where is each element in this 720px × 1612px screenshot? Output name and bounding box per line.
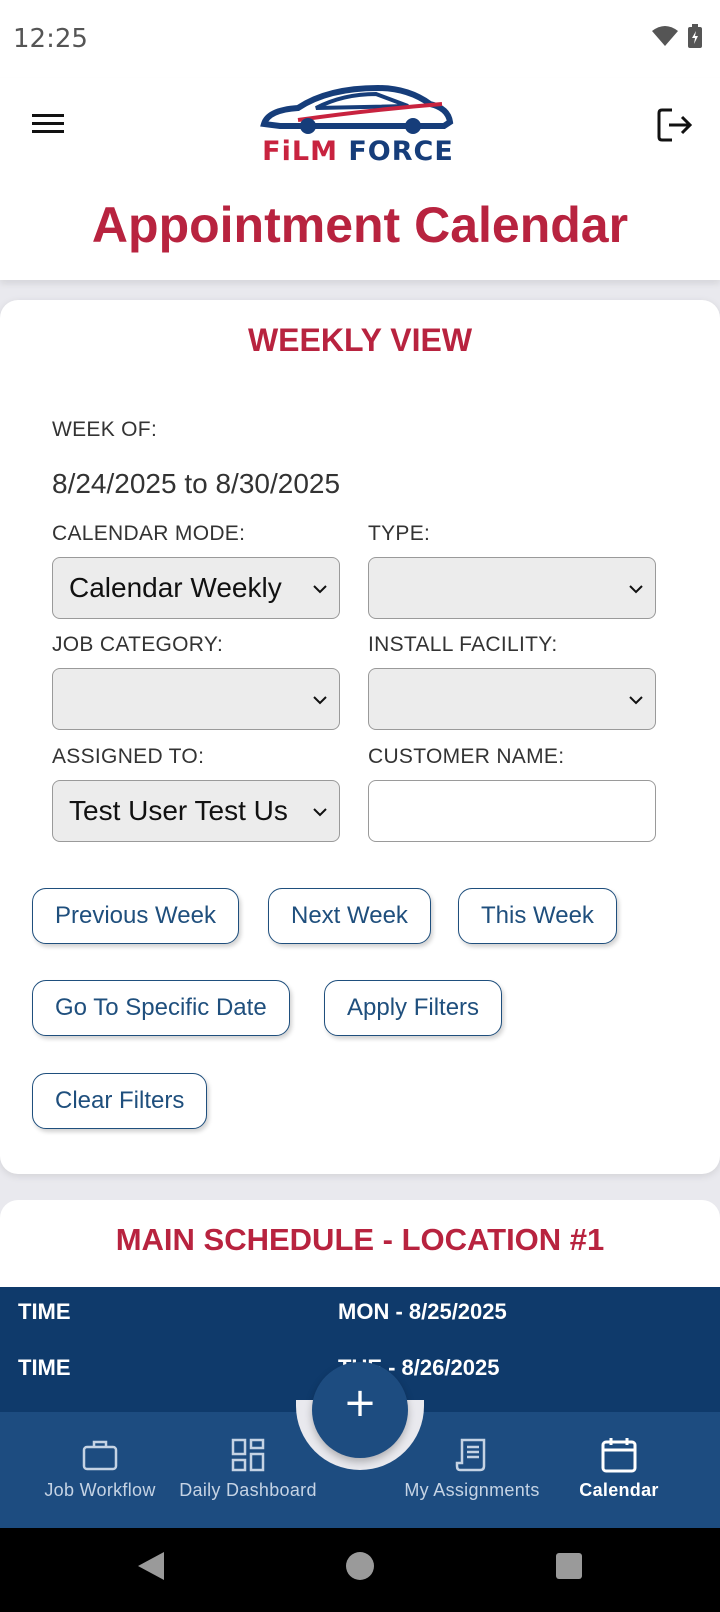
home-icon[interactable] — [345, 1550, 375, 1582]
calendar-mode-label: CALENDAR MODE: — [52, 522, 246, 545]
hamburger-menu-icon — [32, 114, 64, 133]
assigned-to-value: Test User Test Us — [69, 795, 288, 826]
nav-label: Calendar — [579, 1480, 659, 1500]
type-label: TYPE: — [368, 522, 431, 545]
go-to-specific-date-button[interactable]: Go To Specific Date — [32, 980, 290, 1036]
next-week-button[interactable]: Next Week — [268, 888, 431, 944]
day-column-header: MON - 8/25/2025 — [338, 1299, 507, 1324]
chevron-down-icon — [313, 808, 327, 817]
status-bar: 12:25 — [0, 0, 720, 78]
logo-text-film: FiLM — [262, 136, 338, 167]
clear-filters-button[interactable]: Clear Filters — [32, 1073, 208, 1129]
calendar-mode-select[interactable]: Calendar Weekly — [52, 557, 340, 619]
previous-week-button[interactable]: Previous Week — [32, 888, 239, 944]
chevron-down-icon — [629, 696, 643, 705]
chevron-down-icon — [313, 696, 327, 705]
logo-text: FiLM FORCE — [258, 136, 458, 167]
customer-name-label: CUSTOMER NAME: — [368, 745, 565, 768]
dashboard-grid-icon — [231, 1438, 265, 1472]
briefcase-icon — [82, 1440, 118, 1471]
back-icon[interactable] — [136, 1550, 166, 1582]
job-category-select[interactable] — [52, 668, 340, 730]
battery-icon — [688, 24, 702, 48]
week-of-label: WEEK OF: — [52, 418, 158, 441]
time-column-header: TIME — [18, 1355, 71, 1380]
job-category-label: JOB CATEGORY: — [52, 633, 224, 656]
assigned-to-select[interactable]: Test User Test Us — [52, 780, 340, 842]
status-icons — [652, 24, 702, 48]
weekly-view-card: WEEKLY VIEW WEEK OF: 8/24/2025 to 8/30/2… — [0, 300, 720, 1174]
logo-text-force: FORCE — [348, 136, 454, 167]
nav-item-job-workflow[interactable]: Job Workflow — [30, 1412, 170, 1528]
apply-filters-button[interactable]: Apply Filters — [324, 980, 503, 1036]
calendar-mode-value: Calendar Weekly — [69, 572, 282, 603]
install-facility-select[interactable] — [368, 668, 656, 730]
nav-label: My Assignments — [404, 1480, 540, 1500]
time-column-header: TIME — [18, 1299, 71, 1324]
chevron-down-icon — [313, 585, 327, 594]
assignments-scroll-icon — [455, 1438, 486, 1472]
calendar-icon — [601, 1438, 637, 1473]
logout-button[interactable] — [656, 106, 696, 146]
film-force-logo: FiLM FORCE — [258, 80, 458, 170]
assigned-to-label: ASSIGNED TO: — [52, 745, 205, 768]
schedule-title: MAIN SCHEDULE - LOCATION #1 — [115, 1222, 605, 1257]
this-week-button[interactable]: This Week — [458, 888, 617, 944]
chevron-down-icon — [629, 585, 643, 594]
add-appointment-button[interactable]: + — [312, 1362, 408, 1458]
recents-icon[interactable] — [554, 1550, 584, 1582]
wifi-icon — [652, 26, 678, 46]
type-select[interactable] — [368, 557, 656, 619]
table-row: TIME MON - 8/25/2025 — [0, 1287, 720, 1337]
week-range: 8/24/2025 to 8/30/2025 — [52, 468, 341, 499]
status-time: 12:25 — [13, 24, 88, 54]
app-header: FiLM FORCE Appointment Calendar — [0, 78, 720, 280]
weekly-view-title: WEEKLY VIEW — [247, 322, 473, 358]
plus-icon: + — [343, 1380, 377, 1426]
customer-name-input[interactable] — [368, 780, 656, 842]
nav-label: Daily Dashboard — [179, 1480, 317, 1500]
system-navigation-bar — [0, 1528, 720, 1612]
car-logo-icon — [260, 84, 454, 134]
nav-label: Job Workflow — [44, 1480, 156, 1500]
hamburger-menu-button[interactable] — [30, 108, 70, 142]
page-title: Appointment Calendar — [91, 197, 629, 253]
logout-icon — [657, 108, 693, 142]
nav-item-calendar[interactable]: Calendar — [560, 1412, 678, 1528]
install-facility-label: INSTALL FACILITY: — [368, 633, 558, 656]
